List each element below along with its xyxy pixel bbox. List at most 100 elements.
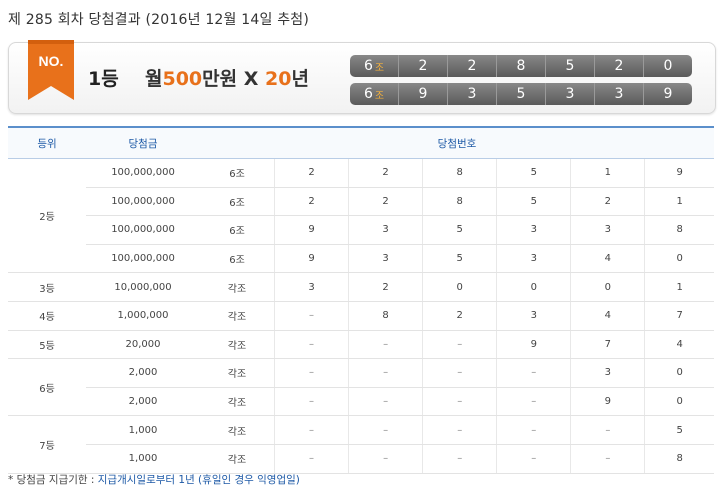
winning-digit-cell: 9: [570, 387, 645, 417]
prize-group: 6조: [200, 187, 275, 217]
winning-digit-cell: –: [496, 415, 571, 445]
round-title: 제 285 회차 당첨결과: [8, 12, 141, 28]
winning-digit-cell: –: [422, 358, 497, 388]
prize-group: 6조: [200, 158, 275, 188]
prize-group: 각조: [200, 272, 275, 302]
winning-digit-cell: 7: [644, 301, 714, 331]
prize-group: 각조: [200, 358, 275, 388]
first-prize-rank: 1등: [88, 68, 119, 90]
winning-digit: 0: [643, 55, 692, 77]
group-number: 6: [363, 58, 373, 74]
winning-digit-cell: 7: [570, 330, 645, 360]
winning-digit-cell: –: [422, 387, 497, 417]
prize-rank: 7등: [8, 415, 86, 474]
winning-number-row: 6조935339: [350, 83, 692, 105]
winning-digit-cell: 9: [496, 330, 571, 360]
winning-digit-cell: 2: [348, 272, 423, 302]
winning-digit-cell: 3: [496, 215, 571, 245]
prize-amount: 100,000,000: [86, 187, 200, 217]
table-row: 6등 2,000 각조 – – – –3 0: [8, 358, 714, 417]
prize-amount: 1,000: [86, 415, 200, 445]
prize-amount: 2,000: [86, 387, 200, 417]
first-prize-amount: 월500만원 X 20년: [145, 64, 309, 91]
winning-digit-cell: 0: [644, 358, 714, 388]
prize-rank: 3등: [8, 272, 86, 302]
winning-digit-cell: 3: [496, 244, 571, 274]
winning-digit: 5: [545, 55, 594, 77]
winning-digit-cell: –: [348, 387, 423, 417]
winning-digit-cell: –: [570, 444, 645, 474]
prize-group: 각조: [200, 415, 275, 445]
winning-digit-cell: 2: [348, 158, 423, 188]
table-row: 2등 100,000,000 6조 2 2 8 5 1 9: [8, 158, 714, 274]
prize-rank: 2등: [8, 158, 86, 274]
winning-digit-cell: –: [496, 387, 571, 417]
prize-amount: 1,000,000: [86, 301, 200, 331]
prize-prefix: 월: [145, 68, 163, 90]
winning-number-row: 6조228520: [350, 55, 692, 77]
winning-digit-cell: 0: [422, 272, 497, 302]
winning-digit: 5: [496, 83, 545, 105]
badge-label: NO.: [39, 53, 64, 69]
winning-digit: 3: [594, 83, 643, 105]
winning-digit-cell: –: [422, 444, 497, 474]
winning-digit-cell: –: [348, 415, 423, 445]
winning-digit-cell: 0: [644, 244, 714, 274]
winning-digit-cell: 5: [496, 187, 571, 217]
ribbon-badge-icon: NO.: [28, 40, 74, 100]
footnote-label: * 당첨금 지급기한 :: [8, 474, 95, 486]
winning-digit-cell: 1: [570, 158, 645, 188]
prize-multiply: X: [243, 68, 259, 90]
winning-digit-cell: 5: [422, 215, 497, 245]
prize-amount: 100,000,000: [86, 244, 200, 274]
footnote-text: 지급개시일로부터 1년 (휴일인 경우 익영업일): [97, 474, 300, 486]
winning-digit-cell: –: [273, 301, 349, 331]
prize-years-unit: 년: [291, 68, 309, 90]
winning-digit-cell: 3: [348, 215, 423, 245]
table-row: 4등 1,000,000 각조 –8 2 3 4 7: [8, 301, 714, 331]
winning-digit-cell: 3: [348, 244, 423, 274]
winning-digit-cell: –: [422, 330, 497, 360]
winning-digit-cell: 9: [273, 244, 349, 274]
winning-digit: 2: [594, 55, 643, 77]
group-number-cell: 6조: [350, 83, 398, 105]
winning-digit-cell: –: [570, 415, 645, 445]
table-row: 7등 1,000 각조 – – – – –5: [8, 415, 714, 474]
table-row: 2,000 각조 – – – –9 0: [8, 387, 714, 417]
winning-digit-cell: 2: [273, 158, 349, 188]
winning-digit-cell: 8: [644, 444, 714, 474]
winning-digit-cell: –: [273, 444, 349, 474]
prize-amount: 20,000: [86, 330, 200, 360]
results-table-container: 등위 당첨금 당첨번호 2등 100,000,000 6조 2 2 8 5 1 9 100,000…: [8, 126, 714, 474]
winning-digit-cell: 8: [348, 301, 423, 331]
winning-digit-cell: 9: [644, 158, 714, 188]
table-header-row: 등위 당첨금 당첨번호: [8, 126, 714, 159]
winning-digit-cell: –: [273, 415, 349, 445]
prize-amount-value: 500: [162, 68, 203, 90]
prize-group: 6조: [200, 215, 275, 245]
table-row: 100,000,000 6조 9 3 5 3 4 0: [8, 244, 714, 274]
table-row: 1,000 각조 – – – – –8: [8, 444, 714, 474]
winning-digit: 3: [447, 83, 496, 105]
winning-digit-cell: –: [273, 387, 349, 417]
winning-digit-cell: 5: [496, 158, 571, 188]
header-amount: 당첨금: [86, 126, 200, 159]
payment-deadline-note: * 당첨금 지급기한 : 지급개시일로부터 1년 (휴일인 경우 익영업일): [8, 472, 300, 487]
winning-digit-cell: 3: [496, 301, 571, 331]
winning-digit-cell: 0: [496, 272, 571, 302]
group-number: 6: [363, 86, 373, 102]
winning-digit-cell: –: [348, 444, 423, 474]
winning-digit-cell: 1: [644, 187, 714, 217]
winning-digit: 8: [496, 55, 545, 77]
winning-digit: 9: [398, 83, 447, 105]
winning-digit-cell: 0: [644, 387, 714, 417]
winning-digit: 2: [398, 55, 447, 77]
prize-rank: 5등: [8, 330, 86, 360]
winning-digit-cell: 4: [570, 244, 645, 274]
winning-digit: 3: [545, 83, 594, 105]
winning-digit-cell: –: [496, 358, 571, 388]
winning-digit-cell: –: [348, 330, 423, 360]
winning-digit-cell: 0: [570, 272, 645, 302]
winning-digit-cell: –: [273, 358, 349, 388]
winning-digit-cell: –: [496, 444, 571, 474]
